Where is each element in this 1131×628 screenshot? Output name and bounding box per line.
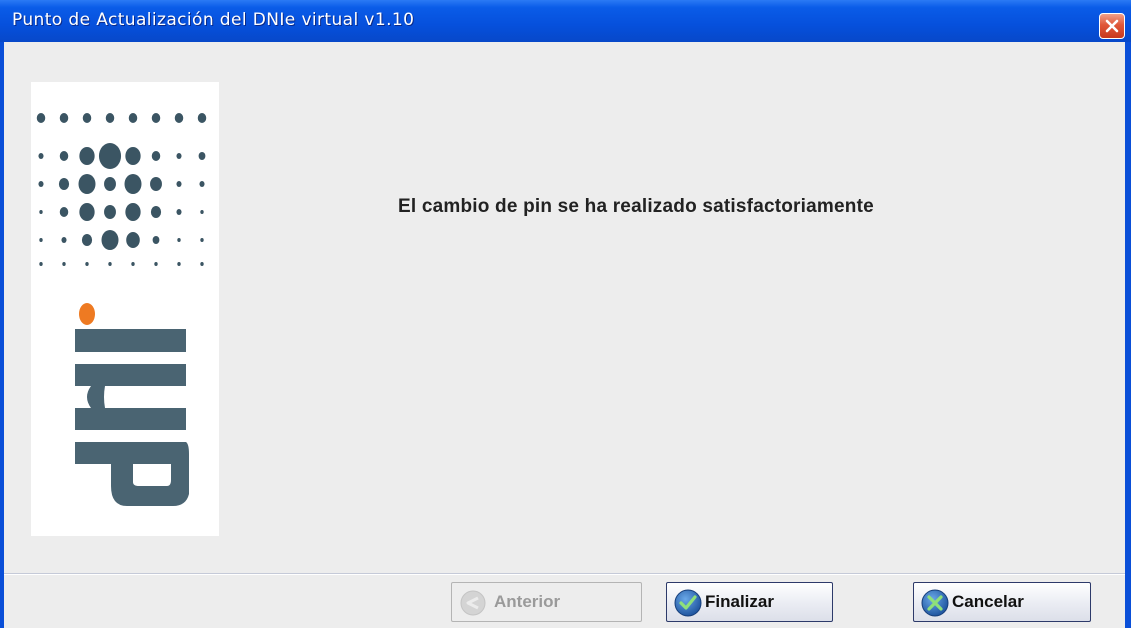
logo-dot [151, 113, 161, 123]
logo-dot [38, 181, 44, 187]
logo-dot [104, 205, 116, 219]
logo-dot [198, 152, 206, 160]
logo-dot [78, 174, 96, 194]
logo-dot [151, 151, 161, 161]
logo-dot [200, 238, 204, 242]
logo-dot [200, 262, 204, 266]
logo-dot [59, 207, 69, 217]
logo-dot [150, 206, 162, 218]
logo-dot [128, 113, 138, 123]
logo-dot [176, 153, 182, 159]
logo-dot [59, 151, 69, 161]
logo-dot [62, 262, 66, 266]
logo-dot [39, 262, 43, 266]
logo-dot [150, 177, 162, 191]
logo-letter-i [75, 329, 186, 352]
cancel-button-label: Cancelar [952, 592, 1024, 611]
logo-dot [124, 174, 142, 194]
logo-dot [39, 210, 43, 214]
logo-dot [36, 113, 46, 123]
logo-letter-n [75, 364, 186, 430]
logo-dot [105, 113, 115, 123]
cancel-button[interactable]: Cancelar [913, 582, 1091, 622]
logo-dot [61, 237, 67, 243]
footer-divider [4, 573, 1125, 575]
finish-button-label: Finalizar [705, 592, 774, 611]
cancel-x-icon [921, 589, 949, 617]
logo-dot [176, 181, 182, 187]
close-button[interactable] [1099, 13, 1125, 39]
logo-dot [125, 203, 141, 221]
dialog-content: El cambio de pin se ha realizado satisfa… [4, 42, 1125, 628]
app-window: Punto de Actualización del DNIe virtual … [0, 0, 1131, 628]
logo-dot [154, 262, 158, 266]
logo-dot [199, 181, 205, 187]
logo-letter-d [75, 442, 189, 506]
logo-dot [177, 238, 181, 242]
logo-dot [101, 230, 119, 250]
logo-dot [79, 147, 95, 165]
logo-dot [176, 209, 182, 215]
logo-dot [81, 234, 93, 246]
checkmark-icon [674, 589, 702, 617]
logo-dot [200, 210, 204, 214]
dni-logo-graphic [36, 113, 207, 506]
logo-dot [82, 113, 92, 123]
window-title: Punto de Actualización del DNIe virtual … [12, 10, 415, 30]
logo-dot [108, 262, 112, 266]
logo-dot [197, 113, 207, 123]
logo-dot [177, 262, 181, 266]
logo-dot [79, 203, 95, 221]
arrow-left-icon [460, 590, 486, 616]
logo-dot [85, 262, 89, 266]
logo-accent-dot [79, 303, 95, 325]
logo-dot [58, 178, 70, 190]
previous-button-label: Anterior [494, 592, 561, 611]
logo-dot [38, 153, 44, 159]
status-message: El cambio de pin se ha realizado satisfa… [398, 196, 874, 217]
logo-dot [39, 238, 43, 242]
logo-dot [104, 177, 116, 191]
logo-dot [59, 113, 69, 123]
close-icon [1105, 19, 1119, 33]
logo-dot [174, 113, 184, 123]
logo-dot [152, 236, 160, 244]
previous-button[interactable]: Anterior [451, 582, 642, 622]
logo-dot [126, 232, 140, 248]
logo-dot [98, 143, 122, 169]
title-bar[interactable]: Punto de Actualización del DNIe virtual … [0, 0, 1131, 42]
logo-dot [131, 262, 135, 266]
dni-logo [31, 82, 219, 536]
finish-button[interactable]: Finalizar [666, 582, 833, 622]
logo-dot [125, 147, 141, 165]
